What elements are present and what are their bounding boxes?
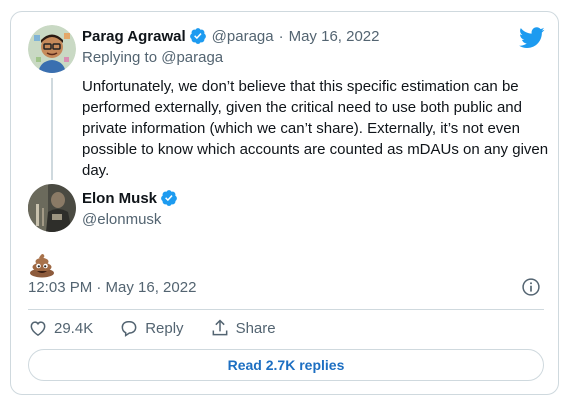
share-label: Share xyxy=(235,319,276,337)
verified-icon xyxy=(161,190,177,206)
like-button[interactable]: 29.4K xyxy=(28,318,93,338)
reply-author-row: Parag Agrawal @paraga · May 16, 2022 xyxy=(82,27,380,45)
info-icon[interactable] xyxy=(521,277,541,297)
reply-label: Reply xyxy=(145,319,184,337)
tweet-author-name[interactable]: Elon Musk xyxy=(82,190,157,207)
reply-icon xyxy=(121,321,137,337)
replying-to-handle[interactable]: @paraga xyxy=(161,49,223,66)
like-count: 29.4K xyxy=(54,319,94,337)
verified-icon xyxy=(189,28,206,44)
share-button[interactable]: Share xyxy=(210,318,276,338)
read-replies-button[interactable]: Read 2.7K replies xyxy=(28,349,544,381)
meta-separator: · xyxy=(278,27,284,45)
reply-button[interactable]: Reply xyxy=(119,318,184,338)
tweet-author-handle[interactable]: @elonmusk xyxy=(82,211,161,228)
reply-date[interactable]: May 16, 2022 xyxy=(289,28,380,45)
tweet-actions-bar: 29.4K Reply Share xyxy=(28,317,302,339)
replying-to-line: Replying to @paraga xyxy=(82,49,223,66)
share-icon xyxy=(212,319,227,336)
avatar-parag[interactable] xyxy=(28,25,76,73)
reply-author-handle[interactable]: @paraga xyxy=(212,28,274,45)
tweet-author-row: Elon Musk xyxy=(82,189,178,207)
replying-to-label: Replying to xyxy=(82,49,158,66)
heart-icon xyxy=(30,321,46,336)
avatar-elon[interactable] xyxy=(28,184,76,232)
reply-tweet-text: Unfortunately, we don’t believe that thi… xyxy=(82,78,549,179)
thread-connector-line xyxy=(51,78,53,180)
twitter-bird-icon[interactable] xyxy=(519,27,545,49)
poop-emoji-icon xyxy=(30,254,54,278)
actions-divider xyxy=(28,309,544,310)
reply-author-name[interactable]: Parag Agrawal xyxy=(82,28,186,45)
tweet-timestamp[interactable]: 12:03 PM · May 16, 2022 xyxy=(28,279,196,296)
tweet-embed-card: Parag Agrawal @paraga · May 16, 2022 Rep… xyxy=(10,11,559,395)
